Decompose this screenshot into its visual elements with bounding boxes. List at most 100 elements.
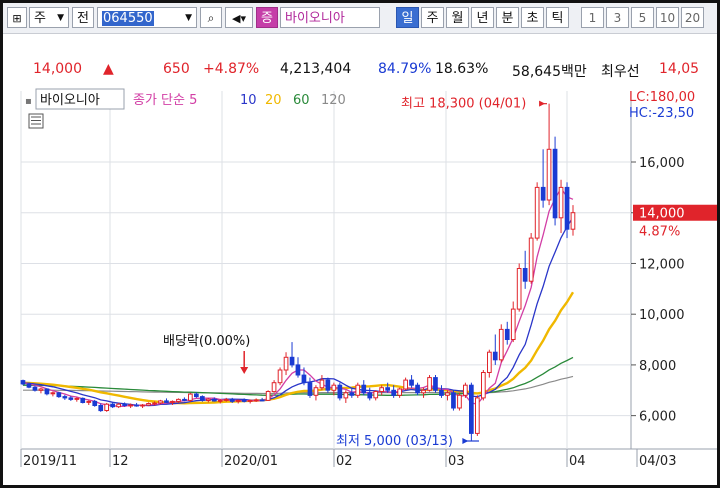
candle-body[interactable] <box>415 384 420 394</box>
hc-label: HC:-23,50 <box>629 106 694 121</box>
candle-body[interactable] <box>492 351 498 361</box>
candle-body[interactable] <box>182 398 187 401</box>
candle-body[interactable] <box>265 391 271 401</box>
candle-body[interactable] <box>50 392 56 395</box>
candle-body[interactable] <box>391 389 396 396</box>
candle-body[interactable] <box>397 388 402 396</box>
candle-body[interactable] <box>92 400 98 406</box>
candle-body[interactable] <box>475 397 480 434</box>
candle-body[interactable] <box>229 398 235 402</box>
candle-body[interactable] <box>337 384 343 399</box>
candle-body[interactable] <box>313 387 319 396</box>
legend-ma20: 20 <box>265 93 282 108</box>
candle-body[interactable] <box>200 396 205 401</box>
candle-body[interactable] <box>68 397 74 400</box>
candle-body[interactable] <box>361 384 367 394</box>
candle-body[interactable] <box>516 268 522 310</box>
candle-body[interactable] <box>32 386 38 391</box>
candle-body[interactable] <box>206 398 211 402</box>
candle-body[interactable] <box>319 379 325 389</box>
candle-body[interactable] <box>271 382 277 393</box>
candle-body[interactable] <box>367 392 373 399</box>
candle-body[interactable] <box>235 399 241 402</box>
candle-body[interactable] <box>74 397 80 400</box>
candle-body[interactable] <box>116 403 122 408</box>
candle-body[interactable] <box>146 403 151 406</box>
high-arrow-head <box>539 100 546 107</box>
candle-body[interactable] <box>212 398 217 402</box>
candle-body[interactable] <box>469 384 474 434</box>
candle-body[interactable] <box>188 393 193 401</box>
legend-ma5: 종가 단순 5 <box>133 93 197 108</box>
candle-body[interactable] <box>194 393 199 398</box>
candle-body[interactable] <box>98 405 104 412</box>
candle-body[interactable] <box>164 400 169 403</box>
candle-body[interactable] <box>44 388 50 395</box>
candle-body[interactable] <box>223 398 229 401</box>
candle-body[interactable] <box>558 186 564 219</box>
candle-body[interactable] <box>295 364 301 376</box>
candle-body[interactable] <box>56 392 62 398</box>
candle-body[interactable] <box>307 382 313 396</box>
candle-body[interactable] <box>433 377 438 391</box>
candle-body[interactable] <box>445 392 450 396</box>
candle-body[interactable] <box>283 356 289 371</box>
candle-body[interactable] <box>451 392 456 409</box>
candle-body[interactable] <box>217 399 223 402</box>
candle-body[interactable] <box>552 148 558 219</box>
candle-body[interactable] <box>20 380 26 385</box>
candle-body[interactable] <box>331 384 337 391</box>
candle-body[interactable] <box>343 392 349 399</box>
candle-body[interactable] <box>355 384 361 396</box>
candle-body[interactable] <box>481 372 486 399</box>
price-chart[interactable]: 6,000 8,000 10,000 12,000 14,000 16,000 2019/1… <box>3 3 717 485</box>
candle-body[interactable] <box>170 400 175 403</box>
candle-body[interactable] <box>570 212 576 230</box>
candle-body[interactable] <box>176 398 181 402</box>
candle-body[interactable] <box>546 148 552 201</box>
candle-body[interactable] <box>140 404 145 407</box>
candle-body[interactable] <box>427 377 432 391</box>
candle-body[interactable] <box>128 404 134 407</box>
candle-body[interactable] <box>134 404 139 407</box>
candle-body[interactable] <box>522 268 528 282</box>
candle-body[interactable] <box>289 356 295 366</box>
candle-body[interactable] <box>122 403 128 407</box>
candle-body[interactable] <box>379 387 384 393</box>
candle-body[interactable] <box>385 387 390 391</box>
candle-body[interactable] <box>26 383 32 388</box>
candle-body[interactable] <box>158 400 163 404</box>
candle-body[interactable] <box>504 328 510 340</box>
candle-body[interactable] <box>86 400 92 403</box>
candle-body[interactable] <box>510 308 516 341</box>
candle-body[interactable] <box>247 399 253 402</box>
candle-body[interactable] <box>301 374 307 384</box>
candle-body[interactable] <box>349 392 355 396</box>
candle-body[interactable] <box>62 396 68 399</box>
candle-body[interactable] <box>80 397 86 403</box>
candle-body[interactable] <box>564 186 570 230</box>
candle-body[interactable] <box>104 403 110 412</box>
current-pct-label: 4.87% <box>639 225 680 240</box>
candle-body[interactable] <box>528 237 534 282</box>
candle-body[interactable] <box>540 186 546 201</box>
x-tick-label: 2019/11 <box>23 454 77 469</box>
candle-body[interactable] <box>110 403 116 408</box>
candle-body[interactable] <box>253 399 259 402</box>
candle-body[interactable] <box>409 379 414 386</box>
candle-body[interactable] <box>463 384 468 396</box>
candle-body[interactable] <box>38 388 44 391</box>
candle-body[interactable] <box>152 402 157 405</box>
candle-body[interactable] <box>259 399 265 402</box>
candle-body[interactable] <box>534 186 540 239</box>
candle-body[interactable] <box>277 369 283 384</box>
candle-body[interactable] <box>325 379 331 391</box>
candle-body[interactable] <box>498 328 504 361</box>
candle-body[interactable] <box>421 389 426 394</box>
candle-body[interactable] <box>403 379 408 390</box>
candle-body[interactable] <box>439 389 444 396</box>
candle-body[interactable] <box>457 394 462 409</box>
candle-body[interactable] <box>487 351 492 374</box>
candle-body[interactable] <box>241 399 247 402</box>
candle-body[interactable] <box>373 391 379 399</box>
